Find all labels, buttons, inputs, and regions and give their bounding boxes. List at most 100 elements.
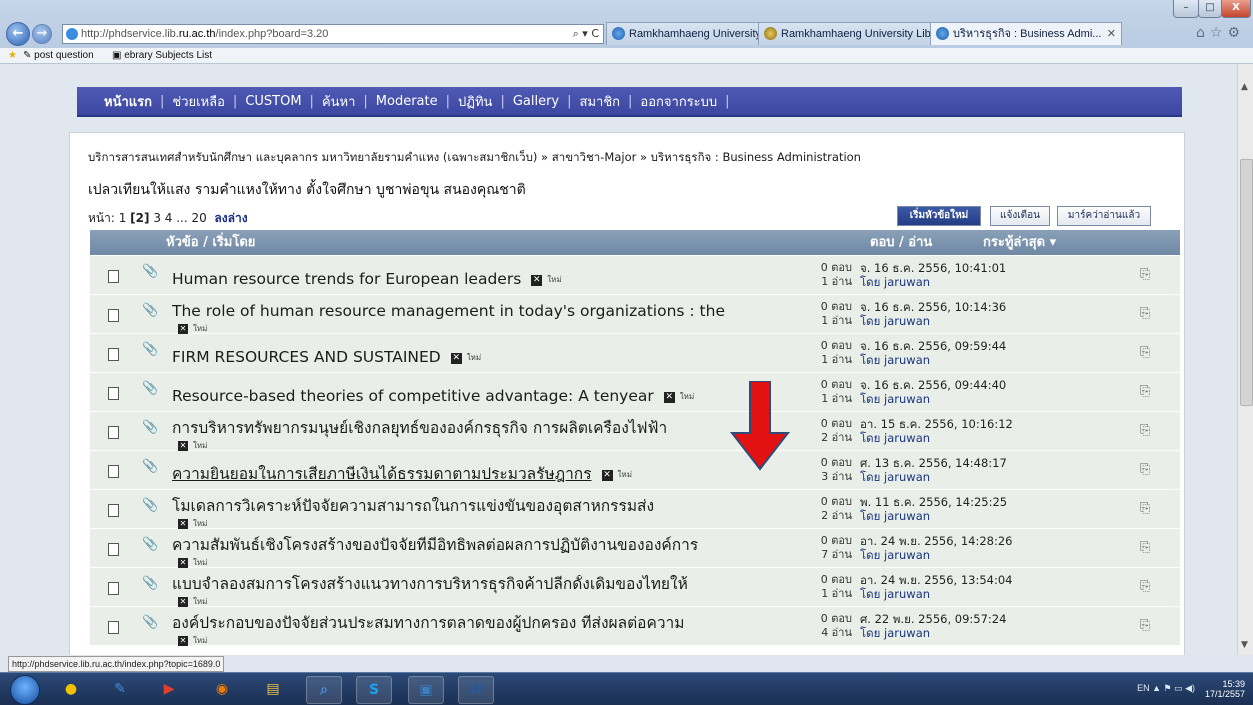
menu-members[interactable]: สมาชิก [572,91,629,112]
topic-subject[interactable]: แบบจำลองสมการโครงสร้างแนวทางการบริหารธุร… [172,575,688,593]
topic-subject[interactable]: FIRM RESOURCES AND SUSTAINED [172,348,441,366]
taskbar-firefox-icon[interactable]: ◉ [205,676,239,702]
menu-custom[interactable]: CUSTOM [237,94,309,109]
tray-icons[interactable]: EN ▲ ⚑ ▭ ◀) [1137,683,1195,694]
table-row[interactable]: 📎 Human resource trends for European lead… [90,256,1180,295]
topic-subject-link[interactable]: ความยินยอมในการเสียภาษีเงินได้ธรรมดาตามป… [172,465,812,484]
last-post-icon[interactable]: ⎘ [1140,267,1150,282]
scroll-up-icon[interactable]: ▲ [1241,82,1248,92]
taskbar-word-icon[interactable]: W [458,676,494,704]
menu-help[interactable]: ช่วยเหลือ [164,91,233,112]
last-post-author[interactable]: โดย jaruwan [860,275,1006,289]
system-tray-icons[interactable]: ▲ ⚑ ▭ ◀) [1152,683,1195,693]
topic-subject[interactable]: องค์ประกอบของปัจจัยส่วนประสมทางการตลาดขอ… [172,614,684,632]
topic-subject-link[interactable]: The role of human resource management in… [172,302,812,321]
table-row[interactable]: 📎 The role of human resource management i… [90,295,1180,334]
minimize-button[interactable]: – [1173,0,1199,18]
address-bar[interactable]: http://phdservice.lib.ru.ac.th/index.php… [62,24,604,44]
last-post-author[interactable]: โดย jaruwan [860,509,1007,523]
topic-subject[interactable]: ความยินยอมในการเสียภาษีเงินได้ธรรมดาตามป… [172,465,592,483]
mark-read-button[interactable]: มาร์คว่าอ่านแล้ว [1057,206,1151,226]
topic-subject[interactable]: Resource-based theories of competitive a… [172,387,654,405]
topic-subject-link[interactable]: โมเดลการวิเคราะห์ปัจจัยความสามารถในการแข… [172,497,812,516]
scroll-thumb[interactable] [1240,159,1253,406]
pager-pages[interactable]: 3 4 ... 20 [153,211,206,225]
tab-ramkhamhaeng-2[interactable]: Ramkhamhaeng University Lib... [758,22,952,45]
topic-subject-link[interactable]: Human resource trends for European leade… [172,270,812,289]
table-row[interactable]: 📎 องค์ประกอบของปัจจัยส่วนประสมทางการตลาดข… [90,607,1180,646]
tab-business-admin[interactable]: บริหารธุรกิจ : Business Admi... ✕ [930,22,1122,45]
topic-subject[interactable]: โมเดลการวิเคราะห์ปัจจัยความสามารถในการแข… [172,497,654,515]
menu-calendar[interactable]: ปฏิทิน [450,91,500,112]
vertical-scrollbar[interactable]: ▲ ▼ [1237,64,1253,655]
topic-subject[interactable]: Human resource trends for European leade… [172,270,521,288]
close-tab-icon[interactable]: ✕ [1107,23,1116,45]
last-post-icon[interactable]: ⎘ [1140,345,1150,360]
topic-subject[interactable]: การบริหารทรัพยากรมนุษย์เชิงกลยุทธ์ขององค… [172,419,667,437]
table-row[interactable]: 📎 FIRM RESOURCES AND SUSTAINED ✕ ใหม่ 0 ตอบ 1… [90,334,1180,373]
taskbar-media-icon[interactable]: ✎ [103,676,137,702]
taskbar-skype-icon[interactable]: S [356,676,392,704]
topic-subject-link[interactable]: FIRM RESOURCES AND SUSTAINED ✕ ใหม่ [172,348,812,367]
topic-subject[interactable]: The role of human resource management in… [172,302,725,320]
last-post-author[interactable]: โดย jaruwan [860,431,1013,445]
language-indicator[interactable]: EN [1137,683,1150,693]
menu-search[interactable]: ค้นหา [314,91,363,112]
tab-ramkhamhaeng-1[interactable]: Ramkhamhaeng University Lib... [606,22,780,45]
taskbar-player-icon[interactable]: ▶ [152,676,186,702]
close-window-button[interactable]: X [1221,0,1251,18]
last-post-author[interactable]: โดย jaruwan [860,314,1006,328]
taskbar-chrome-icon[interactable]: ● [54,676,88,702]
menu-moderate[interactable]: Moderate [368,94,446,109]
last-post-icon[interactable]: ⎘ [1140,618,1150,633]
last-post-icon[interactable]: ⎘ [1140,579,1150,594]
topic-subject-link[interactable]: Resource-based theories of competitive a… [172,387,812,406]
scroll-down-icon[interactable]: ▼ [1241,640,1248,650]
last-post-icon[interactable]: ⎘ [1140,501,1150,516]
last-post-icon[interactable]: ⎘ [1140,306,1150,321]
table-row[interactable]: 📎 ความสัมพันธ์เชิงโครงสร้างของปัจจัยที่มี… [90,529,1180,568]
topic-subject-link[interactable]: องค์ประกอบของปัจจัยส่วนประสมทางการตลาดขอ… [172,614,812,633]
breadcrumb[interactable]: บริการสารสนเทศสำหรับนักศึกษา และบุคลากร … [88,149,861,167]
taskbar-explorer-icon[interactable]: ▤ [256,676,290,702]
back-button[interactable]: ← [6,22,30,46]
notify-button[interactable]: แจ้งเตือน [990,206,1050,226]
table-row[interactable]: 📎 Resource-based theories of competitive … [90,373,1180,412]
column-last-post[interactable]: กระทู้ล่าสุด ▾ [983,230,1056,255]
go-bottom-link[interactable]: ลงล่าง [214,211,247,225]
taskbar-search-icon[interactable]: ⌕ [306,676,342,704]
taskbar-computer-icon[interactable]: ▣ [408,676,444,704]
table-row[interactable]: 📎 แบบจำลองสมการโครงสร้างแนวทางการบริหารธุ… [90,568,1180,607]
last-post-author[interactable]: โดย jaruwan [860,626,1006,640]
favorite-post-question[interactable]: ✎ post question [23,48,94,63]
start-button[interactable] [10,675,40,705]
topic-subject-link[interactable]: ความสัมพันธ์เชิงโครงสร้างของปัจจัยที่มีอ… [172,536,812,555]
topic-subject-link[interactable]: แบบจำลองสมการโครงสร้างแนวทางการบริหารธุร… [172,575,812,594]
menu-gallery[interactable]: Gallery [505,94,567,109]
forward-button[interactable]: → [32,24,52,44]
topic-subject[interactable]: ความสัมพันธ์เชิงโครงสร้างของปัจจัยที่มีอ… [172,536,698,554]
last-post-author[interactable]: โดย jaruwan [860,587,1012,601]
pager-label[interactable]: หน้า: 1 [88,211,126,225]
last-post-author[interactable]: โดย jaruwan [860,548,1012,562]
table-row[interactable]: 📎 การบริหารทรัพยากรมนุษย์เชิงกลยุทธ์ขององ… [90,412,1180,451]
search-refresh-icon[interactable]: ⌕ ▾ C [573,25,599,43]
last-post-author[interactable]: โดย jaruwan [860,353,1006,367]
last-post-author[interactable]: โดย jaruwan [860,470,1007,484]
favorites-star-icon[interactable]: ★ [8,48,17,63]
column-replies[interactable]: ตอบ / อ่าน [870,230,932,255]
last-post-icon[interactable]: ⎘ [1140,462,1150,477]
last-post-icon[interactable]: ⎘ [1140,384,1150,399]
last-post-icon[interactable]: ⎘ [1140,540,1150,555]
menu-logout[interactable]: ออกจากระบบ [632,91,725,112]
favorite-ebrary[interactable]: ▣ ebrary Subjects List [112,48,212,63]
menu-home[interactable]: หน้าแรก [77,91,160,112]
last-post-icon[interactable]: ⎘ [1140,423,1150,438]
new-topic-button[interactable]: เริ่มหัวข้อใหม่ [897,206,981,226]
last-post-author[interactable]: โดย jaruwan [860,392,1006,406]
maximize-button[interactable]: □ [1198,0,1222,18]
clock[interactable]: 15:39 17/1/2557 [1205,679,1245,699]
home-favorites-settings-icons[interactable]: ⌂☆⚙ [1196,25,1245,41]
table-row[interactable]: 📎 โมเดลการวิเคราะห์ปัจจัยความสามารถในการแ… [90,490,1180,529]
topic-subject-link[interactable]: การบริหารทรัพยากรมนุษย์เชิงกลยุทธ์ขององค… [172,419,812,438]
